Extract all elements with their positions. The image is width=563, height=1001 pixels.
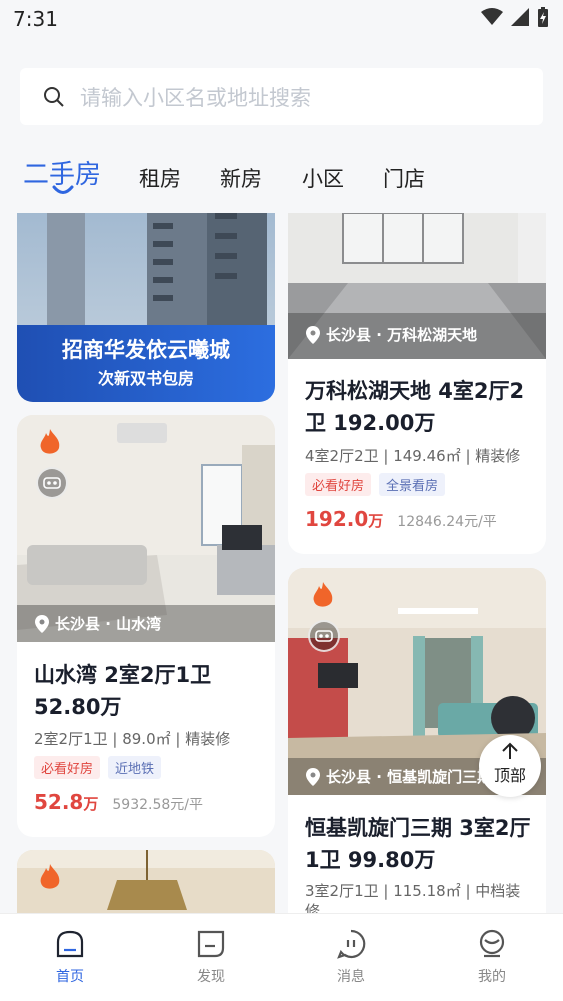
banner-subtitle: 次新双书包房 (97, 369, 194, 388)
listing-spec: 2室2厅1卫 | 89.0㎡ | 精装修 (34, 730, 231, 748)
vr-tour-icon[interactable] (36, 467, 68, 499)
tag-must-see: 必看好房 (34, 756, 101, 779)
nav-messages[interactable]: 消息 (311, 928, 391, 986)
search-icon (44, 86, 64, 107)
total-price: 192.0万 (305, 507, 384, 531)
home-icon (56, 930, 84, 958)
hot-flame-icon (40, 864, 60, 889)
profile-icon (479, 929, 505, 958)
location-label: 长沙县 · 万科松湖天地 (306, 324, 477, 345)
total-price: 52.8万 (34, 790, 99, 814)
location-label: 长沙县 · 山水湾 (35, 613, 161, 634)
status-bar: 7:31 (0, 0, 563, 40)
listing-spec: 4室2厅2卫 | 149.46㎡ | 精装修 (305, 447, 521, 465)
status-time: 7:31 (13, 7, 58, 31)
arrow-up-icon (502, 742, 518, 759)
search-placeholder: 请输入小区名或地址搜索 (80, 85, 311, 110)
hot-flame-icon (313, 582, 333, 607)
location-pin-icon (35, 614, 49, 633)
listing-card[interactable] (17, 850, 275, 913)
promo-banner[interactable]: 招商华发依云曦城 次新双书包房 (17, 213, 275, 402)
unit-price: 12846.24元/平 (397, 514, 497, 530)
tab-new-house[interactable]: 新房 (220, 163, 262, 193)
listing-feed[interactable]: 招商华发依云曦城 次新双书包房 长沙县 · 万科松湖天地 万科松湖天地 4室2厅… (0, 213, 563, 913)
listing-card[interactable]: 长沙县 · 山水湾 山水湾 2室2厅1卫 52.80万 2室2厅1卫 | 89.… (17, 415, 275, 837)
back-to-top-label: 顶部 (493, 766, 526, 785)
nav-home[interactable]: 首页 (30, 928, 110, 986)
nav-profile[interactable]: 我的 (452, 928, 532, 986)
wifi-icon (481, 8, 503, 25)
back-to-top-button[interactable]: 顶部 (479, 735, 541, 797)
listing-spec: 3室2厅1卫 | 115.18㎡ | 中档装修 (305, 882, 521, 913)
category-tabs: 二手房 租房 新房 小区 门店 (0, 150, 563, 205)
hot-flame-icon (40, 429, 60, 454)
tab-community[interactable]: 小区 (302, 163, 344, 193)
location-pin-icon (306, 767, 320, 786)
banner-title: 招商华发依云曦城 (62, 338, 230, 362)
tab-store[interactable]: 门店 (383, 163, 425, 193)
listing-title: 山水湾 2室2厅1卫 52.80万 (34, 663, 212, 719)
listing-title: 万科松湖天地 4室2厅2卫 192.00万 (305, 379, 525, 435)
listing-card[interactable]: 长沙县 · 万科松湖天地 万科松湖天地 4室2厅2卫 192.00万 4室2厅2… (288, 213, 546, 554)
discover-icon (197, 930, 225, 958)
battery-icon (538, 7, 548, 27)
listing-title: 恒基凯旋门三期 3室2厅1卫 99.80万 (305, 816, 531, 872)
location-pin-icon (306, 325, 320, 344)
vr-tour-icon[interactable] (308, 620, 340, 652)
unit-price: 5932.58元/平 (112, 797, 203, 813)
nav-discover[interactable]: 发现 (171, 928, 251, 986)
message-icon (337, 929, 366, 959)
tab-indicator (52, 185, 74, 194)
location-label: 长沙县 · 恒基凯旋门三期 (306, 766, 492, 787)
search-bar[interactable]: 请输入小区名或地址搜索 (20, 68, 543, 125)
signal-icon (511, 8, 529, 26)
tag-must-see: 必看好房 (305, 473, 372, 496)
tag-near-metro: 近地铁 (108, 756, 162, 779)
bottom-nav: 首页 发现 消息 我的 (0, 913, 563, 1001)
tab-rent[interactable]: 租房 (139, 163, 181, 193)
tag-vr-view: 全景看房 (379, 473, 446, 496)
